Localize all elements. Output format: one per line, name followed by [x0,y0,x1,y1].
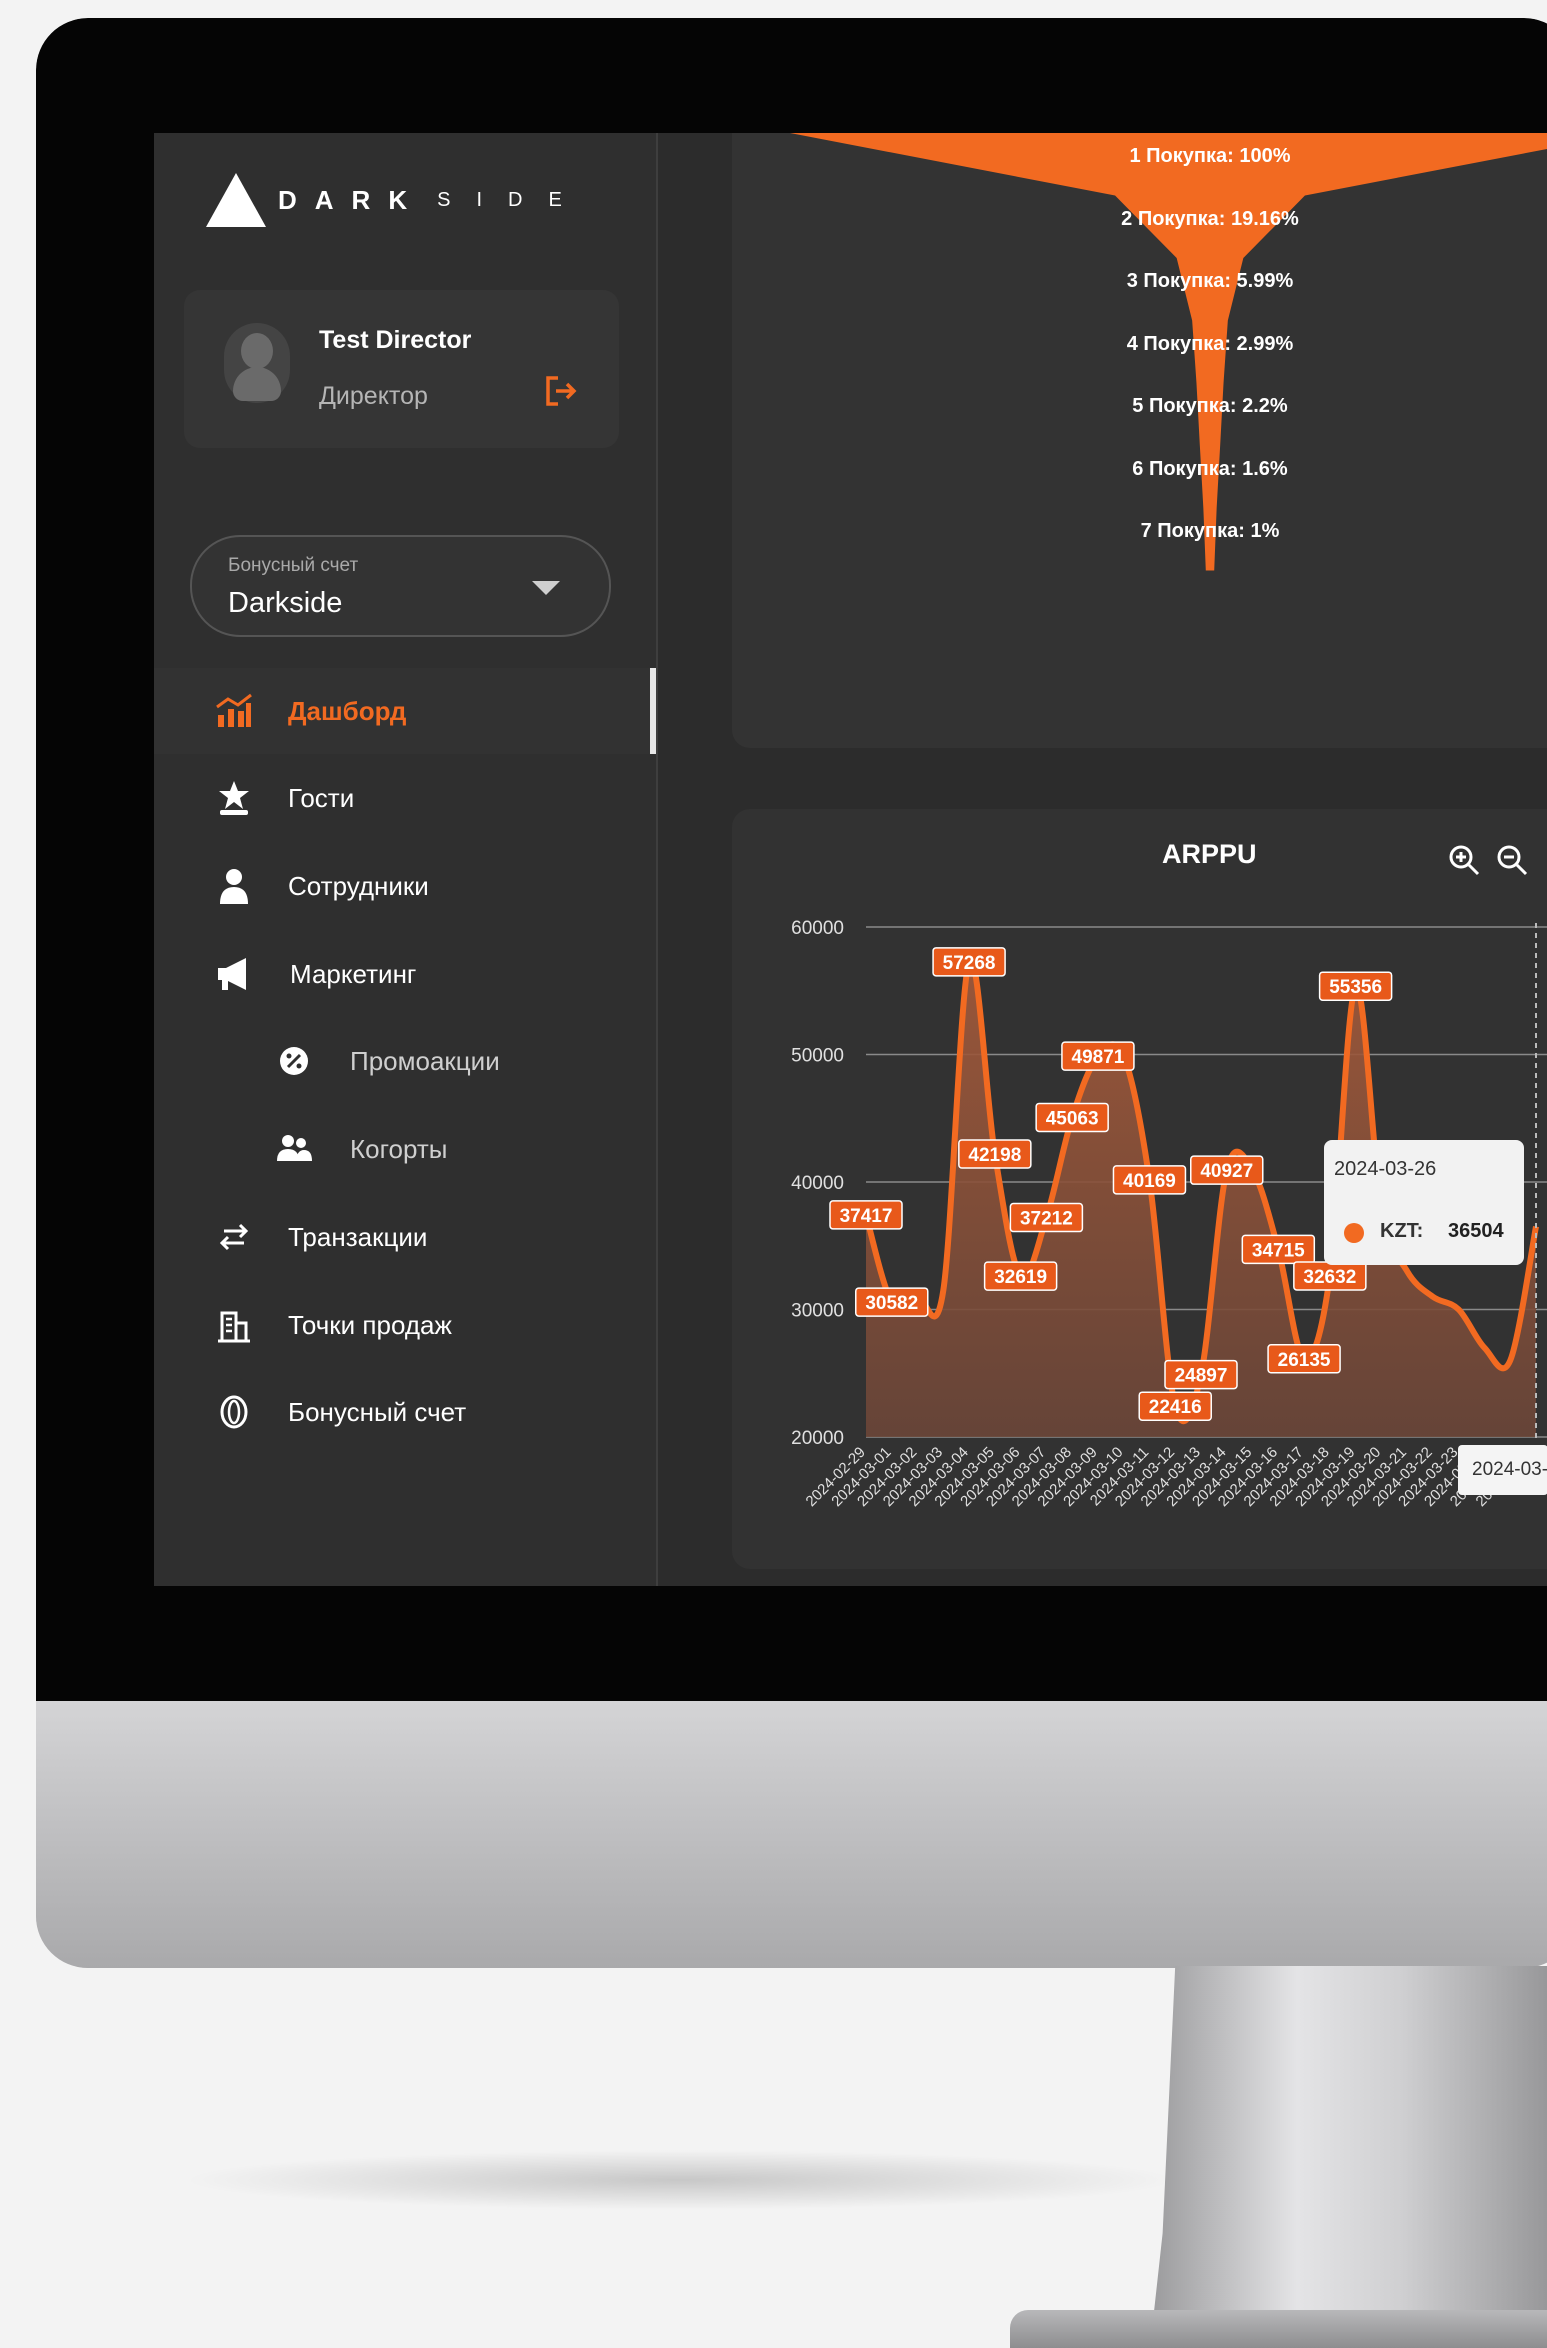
data-label: 55356 [1318,971,1393,1001]
svg-text:49871: 49871 [1072,1047,1125,1068]
y-tick-label: 50000 [791,1046,844,1067]
y-tick-label: 20000 [791,1428,844,1449]
y-tick-label: 40000 [791,1173,844,1194]
svg-text:40927: 40927 [1200,1161,1253,1182]
data-label: 45063 [1035,1102,1109,1133]
data-label: 40927 [1190,1155,1264,1185]
tooltip-date: 2024-03-26 [1334,1158,1437,1180]
svg-text:55356: 55356 [1329,977,1382,998]
data-label: 57268 [932,947,1006,977]
data-label: 37212 [1009,1202,1084,1233]
arppu-chart: 20000 30000 40000 50000 60000 37417 30582 5726… [791,918,1547,1510]
chart-tooltip: 2024-03-26 KZT: 36504 [1324,1140,1524,1265]
data-label: 32619 [983,1261,1058,1291]
y-tick-label: 60000 [791,918,844,939]
floor-shadow [180,2150,1180,2210]
crosshair-x-label: 2024-03-26 [1458,1445,1547,1495]
svg-text:32632: 32632 [1303,1267,1356,1288]
svg-text:24897: 24897 [1175,1366,1228,1387]
svg-text:30582: 30582 [865,1293,918,1314]
data-label: 32632 [1293,1261,1367,1291]
data-label: 40169 [1112,1165,1187,1195]
tooltip-series-name: KZT: [1380,1220,1424,1242]
svg-text:57268: 57268 [943,953,996,974]
svg-text:26135: 26135 [1278,1350,1331,1371]
data-label: 42198 [958,1139,1032,1169]
y-tick-label: 30000 [791,1301,844,1322]
svg-text:37212: 37212 [1020,1209,1073,1230]
data-label: 34715 [1241,1234,1316,1265]
tooltip-series-marker [1344,1223,1364,1243]
monitor-stand [1150,1966,1547,2348]
svg-text:37417: 37417 [840,1206,893,1227]
data-label: 22416 [1138,1391,1212,1421]
data-label: 49871 [1061,1041,1135,1071]
data-label: 30582 [855,1287,929,1317]
svg-text:42198: 42198 [968,1145,1021,1166]
svg-text:45063: 45063 [1046,1108,1099,1129]
svg-text:40169: 40169 [1123,1171,1176,1192]
app-screen: DARK SIDE Test Director Директор Бонусны… [154,133,1547,1586]
data-label: 37417 [829,1200,903,1230]
svg-text:22416: 22416 [1149,1397,1202,1418]
monitor-chin [36,1701,1547,1968]
svg-text:34715: 34715 [1252,1240,1305,1261]
data-label: 24897 [1164,1359,1238,1390]
monitor-stand-base [1010,2310,1547,2348]
svg-text:32619: 32619 [994,1267,1047,1288]
tooltip-value: 36504 [1448,1220,1504,1242]
data-label: 26135 [1267,1344,1341,1374]
